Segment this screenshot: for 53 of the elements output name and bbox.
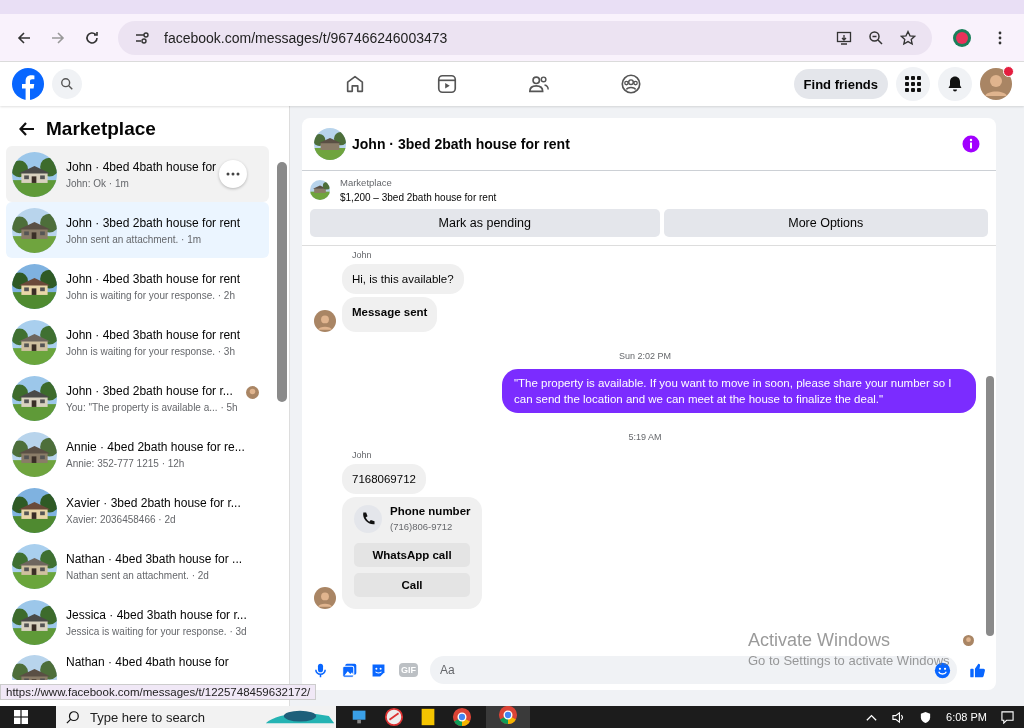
conversation-item[interactable]: John · 4bed 3bath house for rent John is waiting for your response. · 2h bbox=[6, 258, 269, 314]
conversation-item[interactable]: Nathan · 4bed 3bath house for ... Nathan sent an attachment. · 2d bbox=[6, 538, 269, 594]
sent-message: "The property is available. If you want to move in soon, please share your number so I can send the location and we can meet at the house to finalize the deal." bbox=[502, 369, 976, 414]
conversation-item[interactable]: John · 4bed 4bath house for John: Ok · 1m bbox=[6, 146, 269, 202]
conversation-preview: Xavier: 2036458466 · 2d bbox=[66, 513, 177, 525]
listing-title: $1,200 – 3bed 2bath house for rent bbox=[340, 192, 497, 203]
phone-number: (716)806-9712 bbox=[390, 521, 454, 533]
find-friends-button[interactable]: Find friends bbox=[793, 69, 888, 99]
conversation-preview: John sent an attachment. · 1m bbox=[66, 233, 203, 245]
conversation-item[interactable]: John · 3bed 2bath house for r... You: "The property is available a... · 5h bbox=[6, 370, 269, 426]
conversation-title: John · 4bed 4bath house for bbox=[66, 159, 217, 174]
conversation-title: John · 4bed 3bath house for rent bbox=[66, 327, 241, 342]
conversation-title: Nathan · 4bed 4bath house for bbox=[66, 655, 229, 669]
conversation-preview: John is waiting for your response. · 2h bbox=[66, 289, 236, 301]
conversation-title: John · 3bed 2bath house for rent bbox=[66, 215, 241, 230]
conversation-title: Xavier · 3bed 2bath house for r... bbox=[66, 495, 241, 510]
listing-action-button[interactable]: Mark as pending bbox=[310, 209, 660, 237]
sidebar-title: Marketplace bbox=[46, 118, 156, 140]
chat-title: John · 3bed 2bath house for rent bbox=[352, 136, 570, 152]
conversation-item[interactable]: John · 4bed 3bath house for rent John is waiting for your response. · 3h bbox=[6, 314, 269, 370]
call-button[interactable]: Call bbox=[354, 573, 470, 598]
conversation-preview: You: "The property is available a... · 5h bbox=[66, 401, 238, 413]
conversation-preview: Annie: 352-777 1215 · 12h bbox=[66, 457, 186, 469]
sender-name: John bbox=[352, 450, 373, 461]
conversation-preview: John: Ok · 1m bbox=[66, 177, 130, 189]
conversation-preview: Nathan sent an attachment. · 2d bbox=[66, 569, 210, 581]
conversation-preview: Jessica is waiting for your response. · 3d bbox=[66, 625, 247, 637]
listing-source: Marketplace bbox=[340, 177, 393, 188]
taskbar-clock[interactable]: 6:08 PM bbox=[946, 711, 987, 723]
conversation-title: Annie · 4bed 2bath house for re... bbox=[66, 439, 245, 454]
received-message: 7168069712 bbox=[342, 464, 426, 495]
received-message: Message sent bbox=[342, 297, 438, 333]
listing-action-button[interactable]: More Options bbox=[663, 209, 988, 237]
link-preview-url: https://www.facebook.com/messages/t/1225748459632172/ bbox=[0, 684, 317, 700]
conversation-item[interactable]: Annie · 4bed 2bath house for re... Annie: 352-777 1215 · 12h bbox=[6, 426, 269, 482]
conversation-item[interactable]: Xavier · 3bed 2bath house for r... Xavier: 2036458466 · 2d bbox=[6, 482, 269, 538]
conversation-item[interactable]: John · 3bed 2bath house for rent John sent an attachment. · 1m bbox=[6, 202, 269, 258]
conversation-title: John · 4bed 3bath house for rent bbox=[66, 271, 241, 286]
received-message: Hi, is this available? bbox=[342, 264, 464, 295]
timestamp: Sun 2:02 PM bbox=[618, 351, 672, 362]
conversation-title: Nathan · 4bed 3bath house for ... bbox=[66, 551, 243, 566]
activation-hint: Go to Settings to activate Windows bbox=[748, 653, 950, 668]
timestamp: 5:19 AM bbox=[627, 432, 663, 443]
address-bar[interactable]: facebook.com/messages/t/967466246003473 bbox=[118, 20, 932, 55]
sender-name: John bbox=[352, 250, 373, 260]
conversation-item[interactable]: Jessica · 4bed 3bath house for r... Jessica is waiting for your response. · 3d bbox=[6, 594, 269, 650]
conversation-title: Jessica · 4bed 3bath house for r... bbox=[66, 607, 247, 622]
contact-title: Phone number bbox=[390, 505, 471, 518]
taskbar-search-field[interactable]: Type here to search bbox=[56, 706, 336, 728]
conversation-title: John · 3bed 2bath house for r... bbox=[66, 383, 234, 398]
activation-title: Activate Windows bbox=[748, 630, 892, 651]
call-button[interactable]: WhatsApp call bbox=[354, 543, 470, 568]
conversation-preview: John is waiting for your response. · 3h bbox=[66, 345, 236, 357]
